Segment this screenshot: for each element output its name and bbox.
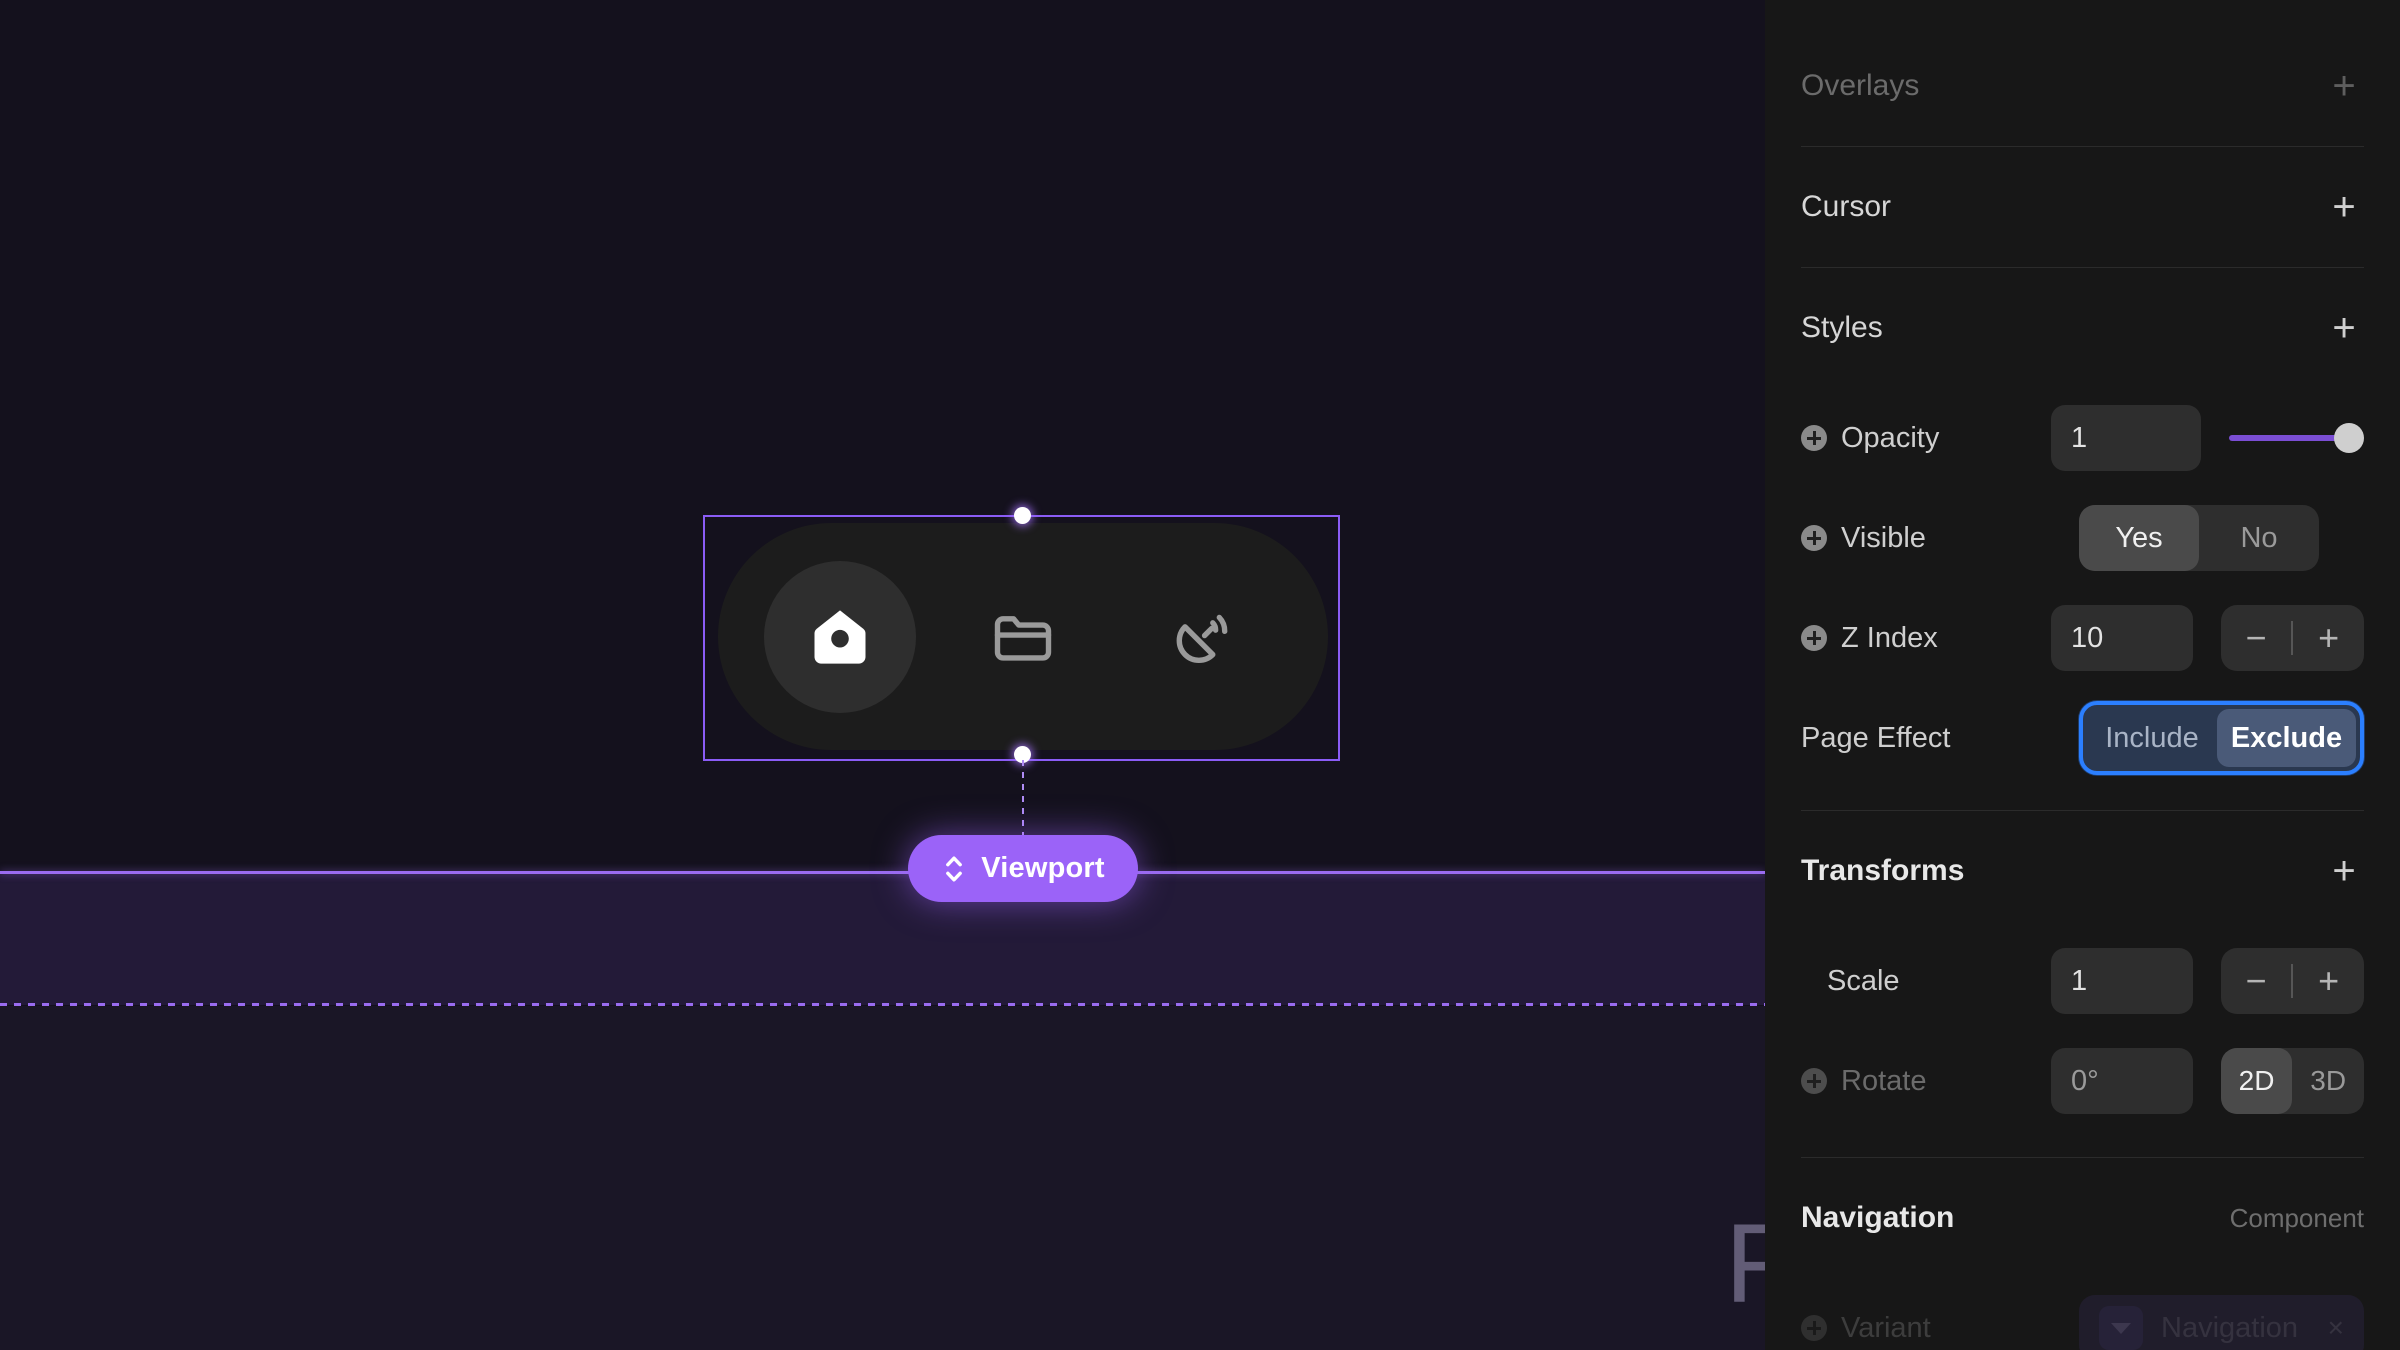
opacity-label: Opacity [1841,421,1940,454]
viewport-band [0,874,1765,1005]
scale-label: Scale [1827,964,1900,997]
viewport-badge[interactable]: Viewport [908,835,1138,902]
variant-label: Variant [1841,1311,1931,1344]
visible-option-yes[interactable]: Yes [2079,505,2199,571]
z-index-stepper[interactable]: − + [2220,605,2364,671]
scale-label-group: Scale [1801,965,2051,998]
page-effect-option-include[interactable]: Include [2087,709,2217,767]
add-style-button[interactable]: + [2324,308,2364,348]
section-transforms[interactable]: Transforms + [1765,811,2400,931]
viewport-badge-label: Viewport [981,852,1105,884]
row-rotate: Rotate 0° 2D 3D [1765,1031,2400,1131]
resize-handle-top-center[interactable] [1014,507,1031,524]
canvas-lower-region [0,1006,1765,1350]
opacity-slider-knob[interactable] [2334,423,2364,453]
rotate-label-group: Rotate [1801,1065,2051,1098]
chevron-down-icon[interactable] [2099,1306,2143,1350]
circle-plus-icon[interactable] [1801,625,1827,651]
rotate-mode-3d[interactable]: 3D [2292,1048,2364,1114]
opacity-label-group: Opacity [1801,422,2051,455]
opacity-input[interactable]: 1 [2051,405,2201,471]
opacity-slider-track [2229,435,2342,441]
variant-label-group: Variant [1801,1312,2051,1345]
rotate-mode-segmented-control[interactable]: 2D 3D [2220,1048,2364,1114]
z-index-label-group: Z Index [1801,622,2051,655]
add-overlay-button[interactable]: + [2324,66,2364,106]
visible-label: Visible [1841,521,1926,554]
z-index-increment-button[interactable]: + [2293,620,2364,656]
circle-plus-icon[interactable] [1801,1068,1827,1094]
scale-decrement-button[interactable]: − [2221,963,2292,999]
viewport-top-line [0,871,1765,874]
add-transform-button[interactable]: + [2324,851,2364,891]
selection-bounding-box [703,515,1340,761]
section-styles-title: Styles [1801,311,1883,344]
row-z-index: Z Index 10 − + [1765,588,2400,688]
circle-plus-icon[interactable] [1801,425,1827,451]
z-index-label: Z Index [1841,621,1938,654]
section-overlays[interactable]: Overlays + [1765,26,2400,146]
page-effect-segmented-control[interactable]: Include Exclude [2079,701,2364,775]
visible-option-no[interactable]: No [2199,505,2319,571]
visible-label-group: Visible [1801,522,2051,555]
app-root: F Viewport Overlays + Cursor + Styles + … [0,0,2400,1350]
row-opacity: Opacity 1 [1765,388,2400,488]
section-cursor[interactable]: Cursor + [1765,147,2400,267]
opacity-slider[interactable] [2229,405,2364,471]
variant-value: Navigation [2161,1311,2299,1344]
section-navigation-type-label: Component [2229,1202,2364,1233]
page-effect-option-exclude[interactable]: Exclude [2217,709,2356,767]
section-styles[interactable]: Styles + [1765,268,2400,388]
scale-stepper[interactable]: − + [2220,948,2364,1014]
section-navigation[interactable]: Navigation Component [1765,1158,2400,1278]
scale-increment-button[interactable]: + [2293,963,2364,999]
page-effect-label-group: Page Effect [1801,722,2051,755]
design-canvas[interactable]: F Viewport [0,0,1765,1350]
variant-dropdown[interactable]: Navigation × [2079,1295,2364,1350]
circle-plus-icon[interactable] [1801,1315,1827,1341]
add-cursor-button[interactable]: + [2324,187,2364,227]
rotate-label: Rotate [1841,1064,1927,1097]
rotate-mode-2d[interactable]: 2D [2220,1048,2293,1114]
section-overlays-title: Overlays [1801,69,1920,102]
chevron-up-down-icon [941,852,967,886]
row-page-effect: Page Effect Include Exclude [1765,688,2400,788]
section-navigation-title: Navigation [1801,1201,1955,1234]
circle-plus-icon[interactable] [1801,525,1827,551]
page-effect-label: Page Effect [1801,721,1951,754]
z-index-decrement-button[interactable]: − [2221,620,2292,656]
rotate-input[interactable]: 0° [2051,1048,2193,1114]
section-transforms-title: Transforms [1801,854,1965,887]
row-scale: Scale 1 − + [1765,931,2400,1031]
properties-panel[interactable]: Overlays + Cursor + Styles + Opacity 1 V… [1765,0,2400,1350]
variant-remove-button[interactable]: × [2328,1312,2344,1344]
canvas-ghost-letter: F [1725,1201,1765,1326]
row-visible: Visible Yes No [1765,488,2400,588]
z-index-input[interactable]: 10 [2051,605,2193,671]
visible-segmented-control[interactable]: Yes No [2079,505,2319,571]
section-cursor-title: Cursor [1801,190,1892,223]
row-variant: Variant Navigation × [1765,1278,2400,1350]
scale-input[interactable]: 1 [2051,948,2193,1014]
